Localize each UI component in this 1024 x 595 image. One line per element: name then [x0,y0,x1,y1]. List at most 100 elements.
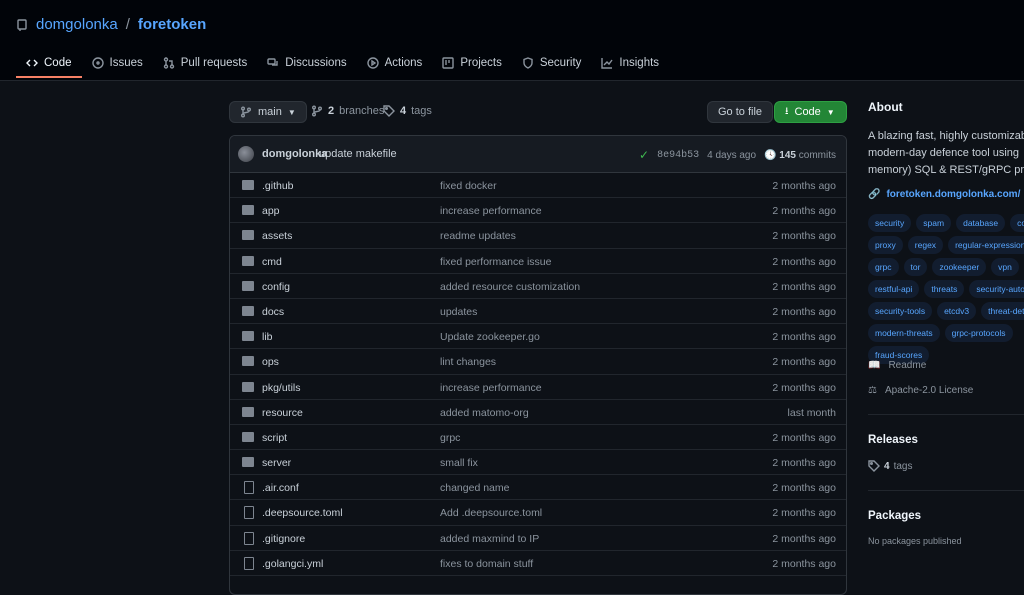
file-name[interactable]: assets [262,230,292,242]
file-name[interactable]: app [262,205,280,217]
file-commit-message[interactable]: increase performance [440,382,542,394]
topic-tag[interactable]: security-autom [969,280,1024,298]
file-age: 2 months ago [772,482,836,495]
commit-hash[interactable]: 8e94b53 [657,150,699,161]
file-name[interactable]: .gitignore [262,533,305,545]
file-name[interactable]: docs [262,306,284,318]
folder-icon [242,406,254,417]
repo-name-link[interactable]: foretoken [138,16,206,33]
tab-discussions[interactable]: Discussions [257,50,356,76]
topic-tag[interactable]: restful-api [868,280,920,298]
file-row: lib Update zookeeper.go 2 months ago [230,324,846,350]
file-name[interactable]: server [262,457,291,469]
tab-actions[interactable]: Actions [357,50,433,76]
file-row: .deepsource.toml Add .deepsource.toml 2 mo… [230,500,846,526]
go-to-file-label: Go to file [718,106,763,118]
tab-issues[interactable]: Issues [82,50,153,76]
topic-tag[interactable]: database [956,214,1006,232]
topic-tag[interactable]: grpc [868,258,899,276]
repo-title: domgolonka / foretoken [16,16,206,33]
commit-count: 145 [779,149,796,161]
releases-heading[interactable]: Releases [868,434,918,446]
file-name[interactable]: .air.conf [262,482,299,494]
code-download-button[interactable]: ⭳ Code ▼ [774,101,847,123]
file-row: resource added matomo-org last month [230,400,846,425]
tags-link[interactable]: 4 tags [383,105,432,117]
folder-icon [242,255,254,266]
topic-tag[interactable]: regular-expression [948,236,1024,254]
tab-label: Projects [460,57,502,69]
tab-code[interactable]: Code [16,50,82,78]
topic-tag[interactable]: spam [916,214,952,232]
tab-security[interactable]: Security [512,50,592,76]
commit-count-link[interactable]: 🕓 145 commits [764,150,836,161]
topic-tag[interactable]: con [1010,214,1024,232]
file-commit-message[interactable]: small fix [440,457,478,469]
tab-pull-requests[interactable]: Pull requests [153,50,257,76]
avatar[interactable] [238,146,254,162]
divider [868,490,1024,491]
topic-tag[interactable]: etcdv3 [937,302,977,320]
file-commit-message[interactable]: changed name [440,482,509,494]
commit-message[interactable]: update makefile [319,148,397,160]
releases-tags-link[interactable]: 4 tags [868,460,912,472]
file-name[interactable]: script [262,432,287,444]
branches-link[interactable]: 2 branches [311,105,384,117]
file-commit-message[interactable]: fixes to domain stuff [440,558,533,570]
readme-link[interactable]: 📖 Readme [868,360,926,371]
file-name[interactable]: lib [262,331,273,343]
website-link[interactable]: 🔗 foretoken.domgolonka.com/ [868,189,1024,200]
topic-tag[interactable]: threats [924,280,965,298]
repo-owner-link[interactable]: domgolonka [36,16,118,33]
go-to-file-button[interactable]: Go to file [707,101,774,123]
file-name[interactable]: .deepsource.toml [262,507,343,519]
file-commit-message[interactable]: fixed performance issue [440,256,551,268]
topic-tag[interactable]: vpn [991,258,1019,276]
file-name[interactable]: .golangci.yml [262,558,323,570]
commit-author[interactable]: domgolonka [262,148,327,160]
file-commit-message[interactable]: updates [440,306,477,318]
file-commit-message[interactable]: grpc [440,432,460,444]
topic-tag[interactable]: proxy [868,236,903,254]
file-name[interactable]: .github [262,180,294,192]
file-commit-message[interactable]: readme updates [440,230,516,242]
tab-insights[interactable]: Insights [591,50,669,76]
folder-icon [242,180,254,190]
releases-label: tags [893,460,913,472]
topic-tag[interactable]: zookeeper [932,258,987,276]
releases-count: 4 [884,460,890,472]
description-line: memory) SQL & REST/gRPC prot [868,164,1024,176]
file-name[interactable]: ops [262,356,279,368]
topic-tag[interactable]: grpc-protocols [944,324,1013,342]
topic-tag[interactable]: security-tools [868,302,933,320]
file-commit-message[interactable]: added matomo-org [440,407,529,419]
chevron-down-icon: ▼ [287,107,296,117]
license-link[interactable]: ⚖ Apache-2.0 License [868,385,973,396]
file-age: 2 months ago [772,230,836,243]
check-icon[interactable]: ✓ [639,148,649,162]
packages-heading[interactable]: Packages [868,510,921,522]
folder-icon [242,205,254,216]
file-name[interactable]: cmd [262,256,282,268]
topic-tag[interactable]: modern-threats [868,324,940,342]
topic-tag[interactable]: threat-dete [981,302,1024,320]
file-commit-message[interactable]: Update zookeeper.go [440,331,540,343]
file-commit-message[interactable]: fixed docker [440,180,497,192]
file-name[interactable]: resource [262,407,303,419]
file-commit-message[interactable]: added resource customization [440,281,580,293]
topic-tag[interactable]: security [868,214,912,232]
tab-projects[interactable]: Projects [432,50,512,76]
topic-tag[interactable]: tor [903,258,928,276]
topic-tag[interactable]: regex [907,236,944,254]
file-commit-message[interactable]: lint changes [440,356,496,368]
file-name[interactable]: pkg/utils [262,382,301,394]
file-row: config added resource customization 2 mont… [230,274,846,299]
readme-label: Readme [888,360,927,371]
file-commit-message[interactable]: added maxmind to IP [440,533,539,545]
branch-select-button[interactable]: main ▼ [229,101,307,123]
file-name[interactable]: config [262,281,290,293]
file-commit-message[interactable]: Add .deepsource.toml [440,507,542,519]
play-icon [366,57,379,69]
tags-count: 4 [400,105,407,117]
file-commit-message[interactable]: increase performance [440,205,542,217]
